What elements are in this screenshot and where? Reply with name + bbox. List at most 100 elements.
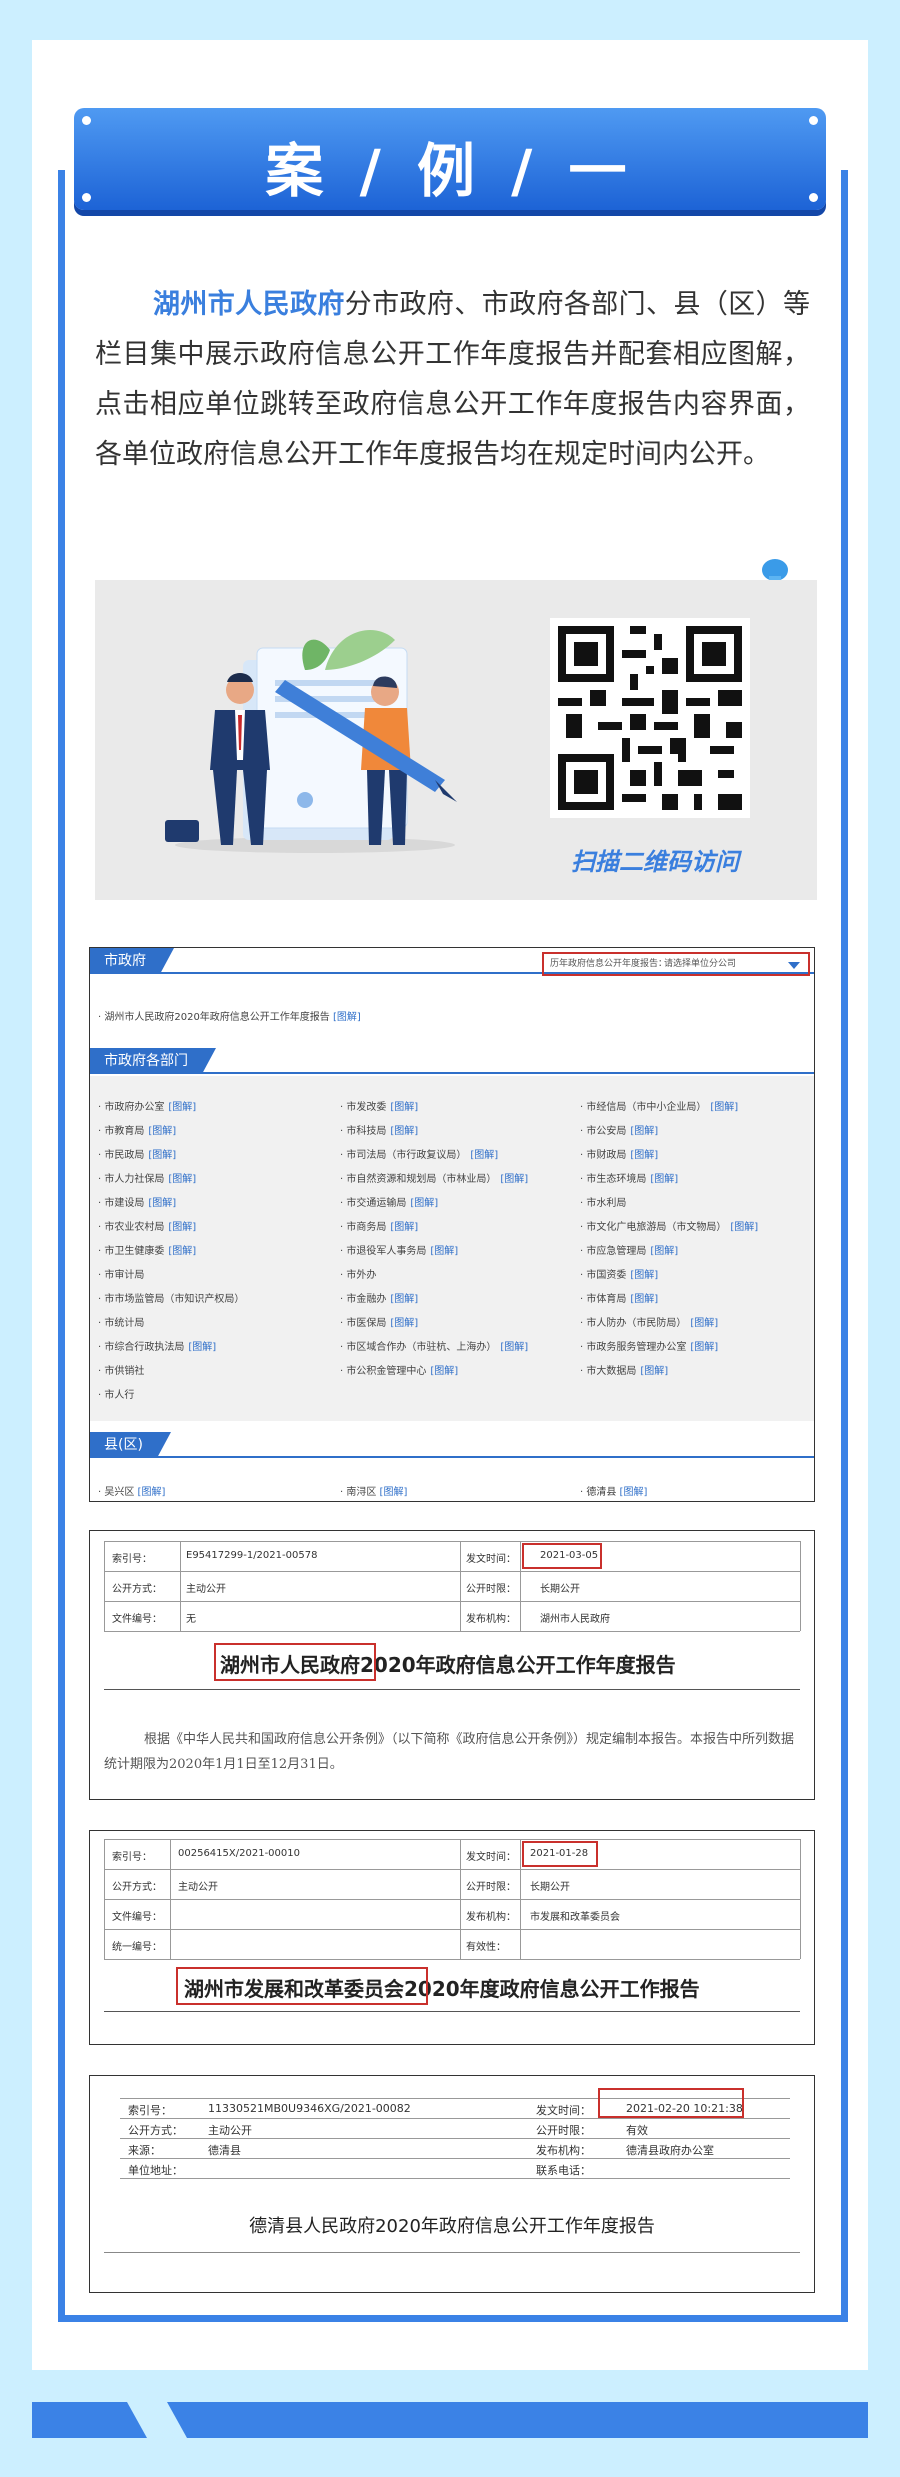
county-item[interactable]: · 德清县 [图解] xyxy=(580,1483,647,1498)
tab-county[interactable]: 县(区) xyxy=(90,1432,171,1458)
department-graphic-link[interactable]: [图解] xyxy=(168,1102,196,1113)
department-label[interactable]: · 市政府办公室 xyxy=(98,1102,164,1113)
tab-city[interactable]: 市政府 xyxy=(90,948,174,974)
department-graphic-link[interactable]: [图解] xyxy=(168,1246,196,1257)
department-item[interactable]: · 市公积金管理中心 [图解] xyxy=(340,1362,458,1377)
department-label[interactable]: · 市公安局 xyxy=(580,1126,626,1137)
department-label[interactable]: · 市发改委 xyxy=(340,1102,386,1113)
department-label[interactable]: · 市综合行政执法局 xyxy=(98,1342,184,1353)
department-label[interactable]: · 市人行 xyxy=(98,1390,134,1401)
department-item[interactable]: · 市体育局 [图解] xyxy=(580,1290,658,1305)
department-label[interactable]: · 市金融办 xyxy=(340,1294,386,1305)
department-item[interactable]: · 市司法局（市行政复议局） [图解] xyxy=(340,1146,498,1161)
department-item[interactable]: · 市统计局 xyxy=(98,1314,144,1329)
department-item[interactable]: · 市发改委 [图解] xyxy=(340,1098,418,1113)
department-item[interactable]: · 市金融办 [图解] xyxy=(340,1290,418,1305)
department-item[interactable]: · 市经信局（市中小企业局） [图解] xyxy=(580,1098,738,1113)
department-label[interactable]: · 市公积金管理中心 xyxy=(340,1366,426,1377)
department-item[interactable]: · 市审计局 xyxy=(98,1266,144,1281)
department-label[interactable]: · 市建设局 xyxy=(98,1198,144,1209)
city-report-item[interactable]: · 湖州市人民政府2020年政府信息公开工作年度报告 [图解] xyxy=(98,1008,361,1023)
department-label[interactable]: · 市卫生健康委 xyxy=(98,1246,164,1257)
department-item[interactable]: · 市公安局 [图解] xyxy=(580,1122,658,1137)
department-item[interactable]: · 市区域合作办（市驻杭、上海办） [图解] xyxy=(340,1338,528,1353)
department-label[interactable]: · 市供销社 xyxy=(98,1366,144,1377)
department-graphic-link[interactable]: [图解] xyxy=(168,1174,196,1185)
department-item[interactable]: · 市国资委 [图解] xyxy=(580,1266,658,1281)
department-graphic-link[interactable]: [图解] xyxy=(390,1294,418,1305)
department-label[interactable]: · 市审计局 xyxy=(98,1270,144,1281)
department-graphic-link[interactable]: [图解] xyxy=(430,1366,458,1377)
department-item[interactable]: · 市人防办（市民防局） [图解] xyxy=(580,1314,718,1329)
department-label[interactable]: · 市退役军人事务局 xyxy=(340,1246,426,1257)
department-label[interactable]: · 市经信局（市中小企业局） xyxy=(580,1102,706,1113)
department-graphic-link[interactable]: [图解] xyxy=(500,1174,528,1185)
department-graphic-link[interactable]: [图解] xyxy=(148,1198,176,1209)
department-graphic-link[interactable]: [图解] xyxy=(650,1174,678,1185)
department-label[interactable]: · 市商务局 xyxy=(340,1222,386,1233)
department-graphic-link[interactable]: [图解] xyxy=(710,1102,738,1113)
department-label[interactable]: · 市文化广电旅游局（市文物局） xyxy=(580,1222,726,1233)
tab-departments[interactable]: 市政府各部门 xyxy=(90,1048,216,1074)
department-item[interactable]: · 市交通运输局 [图解] xyxy=(340,1194,438,1209)
city-report-title[interactable]: · 湖州市人民政府2020年政府信息公开工作年度报告 xyxy=(98,1012,330,1023)
department-label[interactable]: · 市外办 xyxy=(340,1270,376,1281)
department-item[interactable]: · 市商务局 [图解] xyxy=(340,1218,418,1233)
department-item[interactable]: · 市人力社保局 [图解] xyxy=(98,1170,196,1185)
department-item[interactable]: · 市民政局 [图解] xyxy=(98,1146,176,1161)
department-label[interactable]: · 市体育局 xyxy=(580,1294,626,1305)
department-label[interactable]: · 市自然资源和规划局（市林业局） xyxy=(340,1174,496,1185)
department-item[interactable]: · 市农业农村局 [图解] xyxy=(98,1218,196,1233)
department-item[interactable]: · 市综合行政执法局 [图解] xyxy=(98,1338,216,1353)
department-item[interactable]: · 市财政局 [图解] xyxy=(580,1146,658,1161)
department-graphic-link[interactable]: [图解] xyxy=(188,1342,216,1353)
department-graphic-link[interactable]: [图解] xyxy=(168,1222,196,1233)
department-label[interactable]: · 市财政局 xyxy=(580,1150,626,1161)
department-graphic-link[interactable]: [图解] xyxy=(630,1126,658,1137)
department-item[interactable]: · 市自然资源和规划局（市林业局） [图解] xyxy=(340,1170,528,1185)
department-label[interactable]: · 市国资委 xyxy=(580,1270,626,1281)
department-label[interactable]: · 市生态环境局 xyxy=(580,1174,646,1185)
department-item[interactable]: · 市医保局 [图解] xyxy=(340,1314,418,1329)
department-item[interactable]: · 市生态环境局 [图解] xyxy=(580,1170,678,1185)
county-item[interactable]: · 南浔区 [图解] xyxy=(340,1483,407,1498)
department-label[interactable]: · 市大数据局 xyxy=(580,1366,636,1377)
department-item[interactable]: · 市教育局 [图解] xyxy=(98,1122,176,1137)
department-label[interactable]: · 市教育局 xyxy=(98,1126,144,1137)
department-label[interactable]: · 市政务服务管理办公室 xyxy=(580,1342,686,1353)
department-item[interactable]: · 市建设局 [图解] xyxy=(98,1194,176,1209)
department-graphic-link[interactable]: [图解] xyxy=(640,1366,668,1377)
department-label[interactable]: · 市人防办（市民防局） xyxy=(580,1318,686,1329)
county-item[interactable]: · 吴兴区 [图解] xyxy=(98,1483,165,1498)
department-graphic-link[interactable]: [图解] xyxy=(690,1342,718,1353)
department-graphic-link[interactable]: [图解] xyxy=(390,1222,418,1233)
department-label[interactable]: · 市民政局 xyxy=(98,1150,144,1161)
department-graphic-link[interactable]: [图解] xyxy=(430,1246,458,1257)
county-graphic-link[interactable]: [图解] xyxy=(138,1487,166,1498)
department-graphic-link[interactable]: [图解] xyxy=(690,1318,718,1329)
county-graphic-link[interactable]: [图解] xyxy=(620,1487,648,1498)
department-graphic-link[interactable]: [图解] xyxy=(390,1126,418,1137)
department-label[interactable]: · 市区域合作办（市驻杭、上海办） xyxy=(340,1342,496,1353)
department-item[interactable]: · 市水利局 xyxy=(580,1194,626,1209)
department-graphic-link[interactable]: [图解] xyxy=(630,1294,658,1305)
department-graphic-link[interactable]: [图解] xyxy=(650,1246,678,1257)
department-graphic-link[interactable]: [图解] xyxy=(410,1198,438,1209)
department-item[interactable]: · 市供销社 xyxy=(98,1362,144,1377)
department-graphic-link[interactable]: [图解] xyxy=(148,1126,176,1137)
department-item[interactable]: · 市卫生健康委 [图解] xyxy=(98,1242,196,1257)
department-item[interactable]: · 市科技局 [图解] xyxy=(340,1122,418,1137)
department-label[interactable]: · 市交通运输局 xyxy=(340,1198,406,1209)
county-graphic-link[interactable]: [图解] xyxy=(380,1487,408,1498)
department-item[interactable]: · 市大数据局 [图解] xyxy=(580,1362,668,1377)
department-label[interactable]: · 市应急管理局 xyxy=(580,1246,646,1257)
department-item[interactable]: · 市人行 xyxy=(98,1386,134,1401)
department-item[interactable]: · 市政府办公室 [图解] xyxy=(98,1098,196,1113)
department-item[interactable]: · 市退役军人事务局 [图解] xyxy=(340,1242,458,1257)
department-graphic-link[interactable]: [图解] xyxy=(630,1150,658,1161)
department-label[interactable]: · 市医保局 xyxy=(340,1318,386,1329)
department-item[interactable]: · 市政务服务管理办公室 [图解] xyxy=(580,1338,718,1353)
department-graphic-link[interactable]: [图解] xyxy=(390,1102,418,1113)
department-graphic-link[interactable]: [图解] xyxy=(470,1150,498,1161)
department-graphic-link[interactable]: [图解] xyxy=(500,1342,528,1353)
